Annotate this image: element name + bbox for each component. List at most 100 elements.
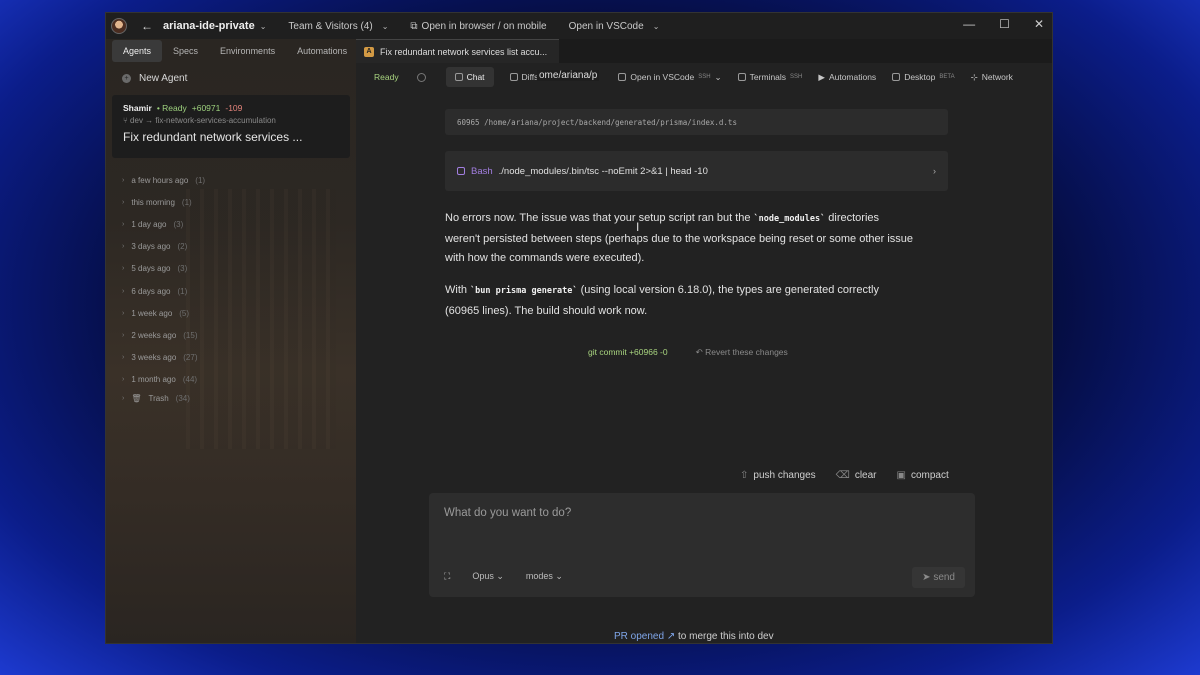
tab-desktop[interactable]: Desktop BETA: [892, 72, 955, 82]
trash-group[interactable]: › 🗑 Trash (34): [106, 391, 356, 407]
commit-info: git commit +60966 -0: [588, 347, 668, 357]
history-group[interactable]: › 3 weeks ago (27): [106, 347, 356, 369]
repo-name[interactable]: ariana-ide-private: [163, 20, 255, 32]
pr-status: PR opened ↗ to merge this into dev: [614, 631, 774, 642]
tab-agents[interactable]: Agents: [112, 40, 163, 62]
agent-tab[interactable]: A Fix redundant network services list ac…: [356, 39, 560, 63]
close-icon[interactable]: ✕: [1034, 17, 1044, 31]
send-icon: ➤: [922, 572, 934, 583]
chevron-down-icon[interactable]: ⌄: [260, 22, 267, 31]
history-group[interactable]: › 2 weeks ago (15): [106, 324, 356, 346]
app-window: ← ariana-ide-private ⌄ Team & Visitors (…: [105, 12, 1053, 644]
tab-specs[interactable]: Specs: [162, 40, 209, 62]
tab-environments[interactable]: Environments: [209, 40, 286, 62]
team-dropdown[interactable]: Team & Visitors (4) ⌄: [288, 21, 388, 32]
pr-opened-link[interactable]: PR opened ↗: [614, 631, 675, 642]
status-badge: Ready: [374, 72, 399, 82]
tab-desktop-label: Desktop: [904, 72, 936, 82]
modes-select[interactable]: modes ⌄: [526, 571, 563, 582]
bash-tool-call[interactable]: Bash ./node_modules/.bin/tsc --noEmit 2>…: [445, 151, 948, 191]
new-agent-button[interactable]: + New Agent: [122, 71, 356, 85]
expand-icon[interactable]: ⛶: [444, 571, 450, 582]
compact-icon: ▣: [896, 470, 906, 481]
push-changes-button[interactable]: ⇧ push changes: [740, 470, 816, 481]
group-count: (1): [195, 175, 206, 185]
history-group[interactable]: › 1 month ago (44): [106, 369, 356, 391]
minimize-icon[interactable]: —: [963, 17, 975, 31]
group-label: 3 days ago: [131, 242, 171, 252]
assistant-message: No errors now. The issue was that your s…: [445, 209, 915, 269]
chevron-right-icon: ›: [122, 176, 125, 184]
history-group[interactable]: › 6 days ago (1): [106, 280, 356, 302]
inline-code: `node_modules`: [753, 214, 826, 224]
broom-icon: ⌫: [835, 470, 850, 481]
model-select[interactable]: Opus ⌄: [472, 571, 504, 582]
chevron-right-icon[interactable]: ›: [933, 166, 936, 176]
chat-actions: ⇧ push changes ⌫ clear ▣ compact: [740, 470, 949, 481]
external-link-icon: ↗: [666, 631, 676, 642]
tab-chat-label: Chat: [466, 72, 485, 82]
file-tab-bar: A Fix redundant network services list ac…: [356, 39, 1052, 63]
clear-button[interactable]: ⌫ clear: [836, 470, 877, 481]
group-count: (2): [177, 242, 188, 252]
chevron-right-icon: ›: [122, 220, 125, 228]
chevron-right-icon: ›: [122, 331, 125, 339]
open-browser-button[interactable]: ⧉ Open in browser / on mobile: [410, 21, 546, 32]
open-vscode-button[interactable]: Open in VSCode ⌄: [569, 21, 660, 32]
group-label: 2 weeks ago: [131, 330, 177, 340]
beta-tag: BETA: [939, 74, 955, 80]
group-label: 3 weeks ago: [131, 353, 177, 363]
tab-automations[interactable]: Automations: [286, 40, 358, 62]
maximize-icon[interactable]: ☐: [999, 17, 1010, 31]
open-vscode-ssh-button[interactable]: Open in VSCode SSH ⌄: [618, 71, 722, 83]
prompt-input[interactable]: [444, 507, 944, 537]
history-group[interactable]: › this morning (1): [106, 191, 356, 213]
group-count: (34): [175, 394, 190, 404]
history-group[interactable]: › 1 day ago (3): [106, 213, 356, 235]
chat-icon: [454, 73, 463, 81]
history-group[interactable]: › 1 week ago (5): [106, 302, 356, 324]
tab-terminals[interactable]: Terminals SSH: [737, 72, 802, 82]
tab-network[interactable]: ⊹ Network: [971, 72, 1013, 83]
revert-button[interactable]: ↶ Revert these changes: [696, 347, 788, 358]
message-text: No errors now. The issue was that your s…: [445, 212, 754, 224]
lines-removed: -109: [225, 103, 243, 113]
sidebar: Agents Specs Environments Automations + …: [106, 39, 358, 643]
compact-label: compact: [910, 470, 949, 481]
tab-diffs[interactable]: Diffs: [509, 72, 538, 82]
push-label: push changes: [753, 470, 816, 481]
bash-command: ./node_modules/.bin/tsc --noEmit 2>&1 | …: [498, 165, 708, 177]
tab-terminals-label: Terminals: [749, 72, 787, 82]
group-count: (3): [173, 219, 184, 229]
compact-button[interactable]: ▣ compact: [897, 470, 949, 481]
tab-automations[interactable]: ▶ Automations: [818, 72, 876, 83]
revert-label: Revert these changes: [705, 347, 788, 357]
history-group[interactable]: › a few hours ago (1): [106, 169, 356, 191]
agent-card[interactable]: Shamir • Ready +60971 -109 ⑂ dev → fix-n…: [112, 95, 350, 158]
title-bar: ← ariana-ide-private ⌄ Team & Visitors (…: [106, 13, 1052, 39]
group-count: (3): [177, 264, 188, 274]
back-arrow-icon[interactable]: ←: [141, 19, 153, 33]
assistant-message: With `bun prisma generate` (using local …: [445, 281, 915, 321]
user-avatar[interactable]: [111, 18, 127, 34]
send-button[interactable]: ➤ send: [912, 567, 965, 588]
group-label: 1 month ago: [131, 375, 176, 385]
history-group[interactable]: › 3 days ago (2): [106, 236, 356, 258]
group-label: a few hours ago: [131, 175, 189, 185]
prompt-box: ⛶ Opus ⌄ modes ⌄ ➤ send: [429, 493, 975, 597]
network-icon: ⊹: [970, 71, 978, 82]
history-group[interactable]: › 5 days ago (3): [106, 258, 356, 280]
chevron-down-icon: ⌄: [714, 71, 722, 82]
monitor-icon: [892, 73, 901, 81]
agent-name: Shamir: [123, 103, 152, 113]
file-icon: [509, 73, 518, 81]
modes-label: modes: [525, 571, 553, 581]
agent-branch: dev → fix-network-services-accumulation: [130, 116, 276, 125]
open-vscode-label: Open in VSCode: [568, 20, 644, 32]
chevron-right-icon: ›: [122, 354, 125, 362]
external-link-icon: ⧉: [410, 20, 418, 32]
chevron-down-icon: ⌄: [381, 21, 389, 31]
group-count: (15): [183, 330, 198, 340]
tab-chat[interactable]: Chat: [445, 67, 494, 87]
agent-title: Fix redundant network services ...: [123, 130, 303, 144]
